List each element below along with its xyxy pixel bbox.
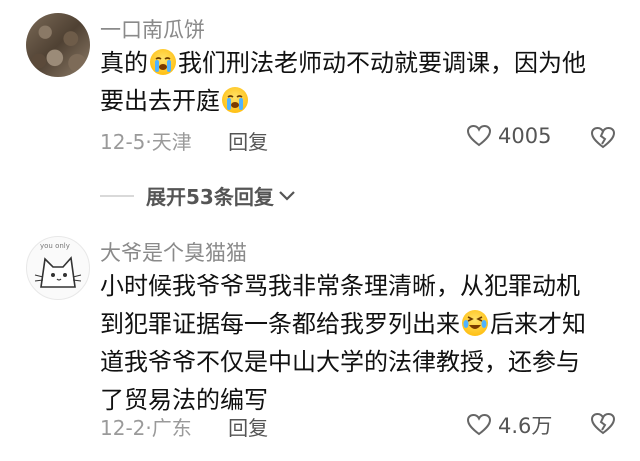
comment-line: 道我爷爷不仅是中山大学的法律教授，还参与 <box>100 348 580 376</box>
reply-button[interactable]: 回复 <box>228 130 268 154</box>
expand-replies-label: 展开53条回复 <box>146 185 274 209</box>
reply-button[interactable]: 回复 <box>228 416 268 440</box>
divider-line <box>100 194 134 197</box>
heart-icon <box>466 124 492 147</box>
comment-text-part: 要出去开庭 <box>100 87 220 115</box>
comment-text-part: 我们刑法老师动不动就要调课，因为他 <box>178 49 586 77</box>
comment-line: 小时候我爷爷骂我非常条理清晰，从犯罪动机 <box>100 272 580 300</box>
avatar[interactable] <box>26 13 90 77</box>
comment-line: 后来才知 <box>490 310 586 338</box>
avatar[interactable]: you only <box>26 236 90 300</box>
broken-heart-icon <box>590 126 616 149</box>
like-count: 4005 <box>498 124 552 148</box>
dislike-button[interactable] <box>590 412 616 440</box>
comment-line: 到犯罪证据每一条都给我罗列出来 <box>100 310 460 338</box>
comment-date: 12-2 <box>100 416 146 440</box>
cat-drawing-icon <box>34 256 82 288</box>
comment-meta: 12-2·广东 回复 <box>100 412 268 441</box>
username[interactable]: 大爷是个臭猫猫 <box>100 237 247 267</box>
laughing-crying-emoji-icon <box>462 310 488 336</box>
like-count: 4.6万 <box>498 414 553 438</box>
comment-text: 真的 我们刑法老师动不动就要调课，因为他 要出去开庭 <box>100 44 620 120</box>
comment-location: 广东 <box>151 416 192 440</box>
comment-line: 了贸易法的编写 <box>100 386 268 414</box>
like-button[interactable]: 4.6万 <box>466 410 552 440</box>
comment-text-part: 真的 <box>100 49 148 77</box>
username[interactable]: 一口南瓜饼 <box>100 14 205 44</box>
comment-date: 12-5 <box>100 130 146 154</box>
broken-heart-icon <box>590 412 616 435</box>
chevron-down-icon <box>279 190 295 201</box>
crying-emoji-icon <box>150 49 176 75</box>
crying-emoji-icon <box>222 87 248 113</box>
dislike-button[interactable] <box>590 126 616 154</box>
expand-replies-button[interactable]: 展开53条回复 <box>100 181 296 210</box>
heart-icon <box>466 413 492 436</box>
comment-meta: 12-5·天津 回复 <box>100 126 268 155</box>
comment-text: 小时候我爷爷骂我非常条理清晰，从犯罪动机 到犯罪证据每一条都给我罗列出来 后来才知… <box>100 267 630 419</box>
like-button[interactable]: 4005 <box>466 124 551 148</box>
comment-location: 天津 <box>151 130 192 154</box>
